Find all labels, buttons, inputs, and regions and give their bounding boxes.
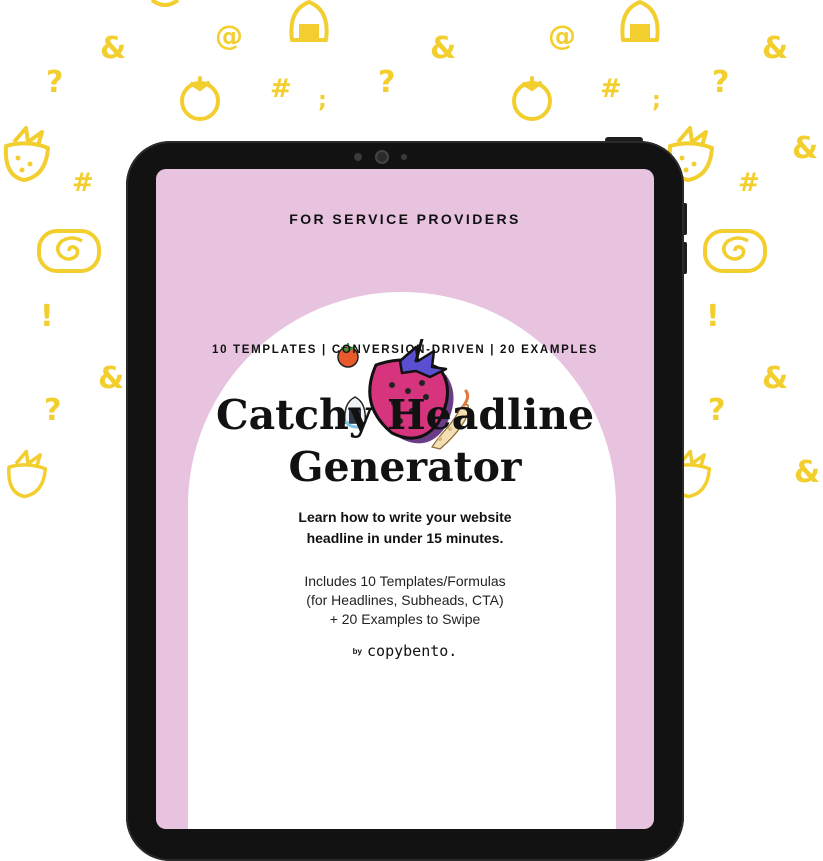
exclamation-doodle: !	[706, 299, 720, 334]
title-line-1: Catchy Headline	[215, 391, 595, 439]
ampersand-doodle: &	[98, 361, 125, 396]
at-doodle: @	[215, 19, 243, 52]
lead-line-1: Learn how to write your website	[298, 509, 512, 525]
ampersand-doodle: &	[762, 361, 789, 396]
tomato-doodle-icon	[512, 76, 552, 121]
swirl-roll-doodle-icon	[703, 229, 767, 273]
question-doodle: ?	[46, 65, 64, 100]
strawberry-doodle-icon	[7, 449, 48, 499]
sensor-dot	[354, 153, 362, 161]
ampersand-doodle: &	[430, 31, 457, 66]
question-doodle: ?	[378, 65, 396, 100]
sensor-dot	[401, 154, 407, 160]
feature-tagline: 10 TEMPLATES | CONVERSION-DRIVEN | 20 EX…	[211, 344, 599, 356]
camera-icon	[375, 150, 389, 164]
brand-byline: by copybento.	[156, 642, 654, 661]
brand-logo: copybento.	[367, 642, 458, 660]
onigiri-doodle-icon	[150, 0, 180, 7]
hash-doodle: #	[270, 74, 292, 104]
includes-line-1: Includes 10 Templates/Formulas	[304, 573, 506, 589]
ampersand-doodle: &	[792, 131, 819, 166]
question-doodle: ?	[708, 393, 726, 428]
hash-doodle: #	[738, 168, 760, 198]
page-title: Catchy Headline Generator	[156, 389, 654, 493]
tomato-doodle-icon	[180, 76, 220, 121]
lead-line-2: headline in under 15 minutes.	[306, 530, 504, 546]
onigiri-doodle-icon	[620, 0, 660, 42]
includes-line-3: + 20 Examples to Swipe	[329, 611, 481, 627]
by-label: by	[352, 647, 363, 656]
exclamation-doodle: !	[40, 299, 54, 334]
hash-doodle: #	[72, 168, 94, 198]
includes-text: Includes 10 Templates/Formulas (for Head…	[156, 572, 654, 629]
ampersand-doodle: &	[762, 31, 789, 66]
question-doodle: ?	[712, 65, 730, 100]
audience-label: FOR SERVICE PROVIDERS	[289, 211, 521, 227]
lead-text: Learn how to write your website headline…	[156, 507, 654, 549]
semicolon-doodle: ;	[318, 88, 327, 113]
onigiri-doodle-icon	[289, 0, 329, 42]
question-doodle: ?	[44, 393, 62, 428]
ampersand-doodle: &	[794, 455, 821, 490]
swirl-roll-doodle-icon	[37, 229, 101, 273]
strawberry-doodle-icon	[3, 126, 50, 182]
ebook-cover-screen: FOR SERVICE PROVIDERS 10 TEMPLATES | CON…	[156, 169, 654, 829]
semicolon-doodle: ;	[652, 88, 661, 113]
includes-line-2: (for Headlines, Subheads, CTA)	[306, 592, 504, 608]
at-doodle: @	[548, 19, 576, 52]
hash-doodle: #	[600, 74, 622, 104]
title-line-2: Generator	[288, 443, 522, 491]
ampersand-doodle: &	[100, 31, 127, 66]
